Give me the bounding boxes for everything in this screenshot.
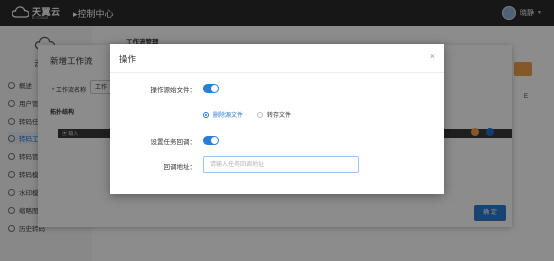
operation-dialog: 操作 × 操作源始文件： 删除源文件 转存文件 设置任务回调： 回调地址： (110, 44, 444, 194)
delete-source-toggle[interactable] (203, 84, 219, 93)
toggle-knob (211, 85, 218, 92)
radio-circle (257, 111, 263, 118)
radio-label: 删除源文件 (213, 113, 244, 119)
radio-label: 转存文件 (267, 113, 292, 119)
dialog-title: 操作 (119, 54, 137, 64)
delete-source-label: 操作源始文件： (150, 87, 197, 94)
radio-circle (203, 111, 209, 118)
toggle-knob (211, 137, 218, 144)
radio-transfer-file[interactable]: 转存文件 (257, 110, 291, 119)
callback-url-input[interactable] (203, 156, 359, 173)
callback-toggle[interactable] (203, 136, 219, 145)
callback-url-label: 回调地址： (163, 164, 197, 171)
dialog-header: 操作 × (110, 44, 444, 73)
radio-delete-source[interactable]: 删除源文件 (203, 110, 243, 119)
close-icon[interactable]: × (430, 51, 435, 61)
callback-label: 设置任务回调： (150, 139, 197, 146)
